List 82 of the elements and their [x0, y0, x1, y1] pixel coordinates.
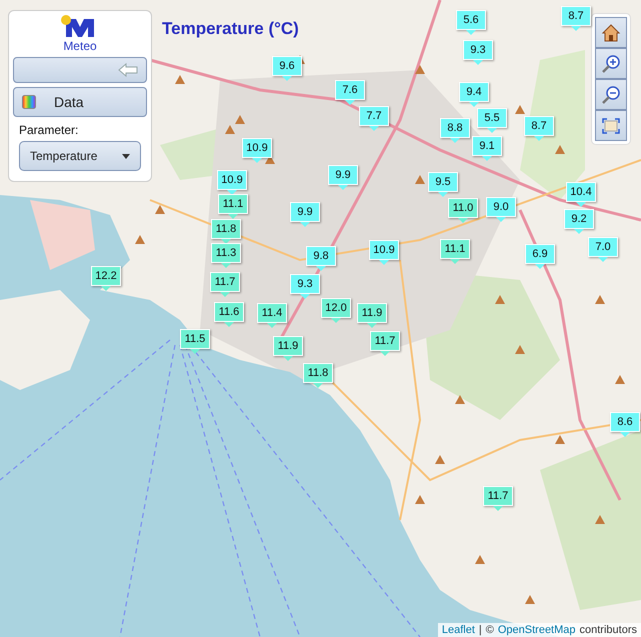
rainbow-icon [22, 95, 36, 109]
peak-icon [455, 395, 465, 404]
temperature-marker[interactable]: 11.1 [218, 194, 248, 214]
temperature-marker[interactable]: 7.0 [588, 237, 618, 257]
temperature-marker[interactable]: 11.4 [257, 303, 287, 323]
temperature-marker[interactable]: 9.9 [290, 202, 320, 222]
home-button[interactable] [595, 17, 627, 48]
zoom-in-button[interactable] [595, 48, 627, 79]
temperature-marker[interactable]: 9.5 [428, 172, 458, 192]
peak-icon [555, 145, 565, 154]
peak-icon [135, 235, 145, 244]
temperature-marker[interactable]: 11.7 [370, 331, 400, 351]
temperature-marker[interactable]: 9.8 [306, 246, 336, 266]
peak-icon [595, 515, 605, 524]
temperature-marker[interactable]: 9.9 [328, 165, 358, 185]
zoom-out-icon [601, 84, 621, 104]
temperature-marker[interactable]: 11.9 [273, 336, 303, 356]
temperature-marker[interactable]: 9.0 [486, 197, 516, 217]
openstreetmap-link[interactable]: OpenStreetMap [498, 624, 576, 636]
collapse-button[interactable] [13, 57, 147, 83]
peak-icon [175, 75, 185, 84]
left-arrow-icon [118, 63, 138, 77]
temperature-marker[interactable]: 11.5 [180, 329, 210, 349]
peak-icon [555, 435, 565, 444]
temperature-marker[interactable]: 9.3 [290, 274, 320, 294]
peak-icon [515, 105, 525, 114]
temperature-marker[interactable]: 12.2 [91, 266, 121, 286]
temperature-marker[interactable]: 7.7 [359, 106, 389, 126]
temperature-marker[interactable]: 9.4 [459, 82, 489, 102]
temperature-marker[interactable]: 10.4 [566, 182, 596, 202]
zoom-in-icon [601, 54, 621, 74]
temperature-marker[interactable]: 8.6 [610, 412, 640, 432]
peak-icon [415, 175, 425, 184]
temperature-marker[interactable]: 9.6 [272, 56, 302, 76]
temperature-marker[interactable]: 6.9 [525, 244, 555, 264]
temperature-marker[interactable]: 9.3 [463, 40, 493, 60]
fit-extent-button[interactable] [595, 110, 627, 141]
copyright-symbol: © [486, 624, 494, 636]
separator-text: | [478, 624, 482, 636]
peak-icon [515, 345, 525, 354]
restricted-area [30, 200, 95, 270]
temperature-marker[interactable]: 7.6 [335, 80, 365, 100]
temperature-marker[interactable]: 11.7 [483, 486, 513, 506]
temperature-marker[interactable]: 8.7 [524, 116, 554, 136]
peak-icon [595, 295, 605, 304]
contributors-text: contributors [580, 624, 637, 636]
temperature-marker[interactable]: 8.7 [561, 6, 591, 26]
data-button[interactable]: Data [13, 87, 147, 117]
temperature-marker[interactable]: 8.8 [440, 118, 470, 138]
temperature-marker[interactable]: 10.9 [242, 138, 272, 158]
temperature-marker[interactable]: 5.6 [456, 10, 486, 30]
temperature-marker[interactable]: 11.0 [448, 198, 478, 218]
peak-icon [495, 295, 505, 304]
house-icon [601, 22, 621, 42]
peak-icon [525, 595, 535, 604]
peak-icon [415, 65, 425, 74]
peak-icon [155, 205, 165, 214]
peak-icon [435, 455, 445, 464]
temperature-marker[interactable]: 11.1 [440, 239, 470, 259]
temperature-marker[interactable]: 10.9 [217, 170, 247, 190]
parameter-select[interactable]: Temperature [19, 141, 141, 171]
map-title: Temperature (°C) [162, 19, 299, 39]
zoom-out-button[interactable] [595, 79, 627, 110]
leaflet-link[interactable]: Leaflet [442, 624, 475, 636]
temperature-marker[interactable]: 11.9 [357, 303, 387, 323]
temperature-marker[interactable]: 11.6 [214, 302, 244, 322]
temperature-marker[interactable]: 12.0 [321, 298, 351, 318]
temperature-marker[interactable]: 10.9 [369, 240, 399, 260]
frame-icon [602, 118, 620, 134]
temperature-marker[interactable]: 11.8 [211, 219, 241, 239]
parameter-label: Parameter: [18, 123, 80, 137]
temperature-marker[interactable]: 11.7 [210, 272, 240, 292]
peak-icon [615, 375, 625, 384]
caret-icon [122, 154, 130, 158]
temperature-marker[interactable]: 9.1 [472, 136, 502, 156]
peak-icon [475, 555, 485, 564]
peak-icon [415, 495, 425, 504]
temperature-marker[interactable]: 11.8 [303, 363, 333, 383]
logo-text: Meteo [63, 39, 97, 53]
temperature-marker[interactable]: 9.2 [564, 209, 594, 229]
temperature-marker[interactable]: 11.3 [211, 243, 241, 263]
temperature-marker[interactable]: 5.5 [477, 108, 507, 128]
